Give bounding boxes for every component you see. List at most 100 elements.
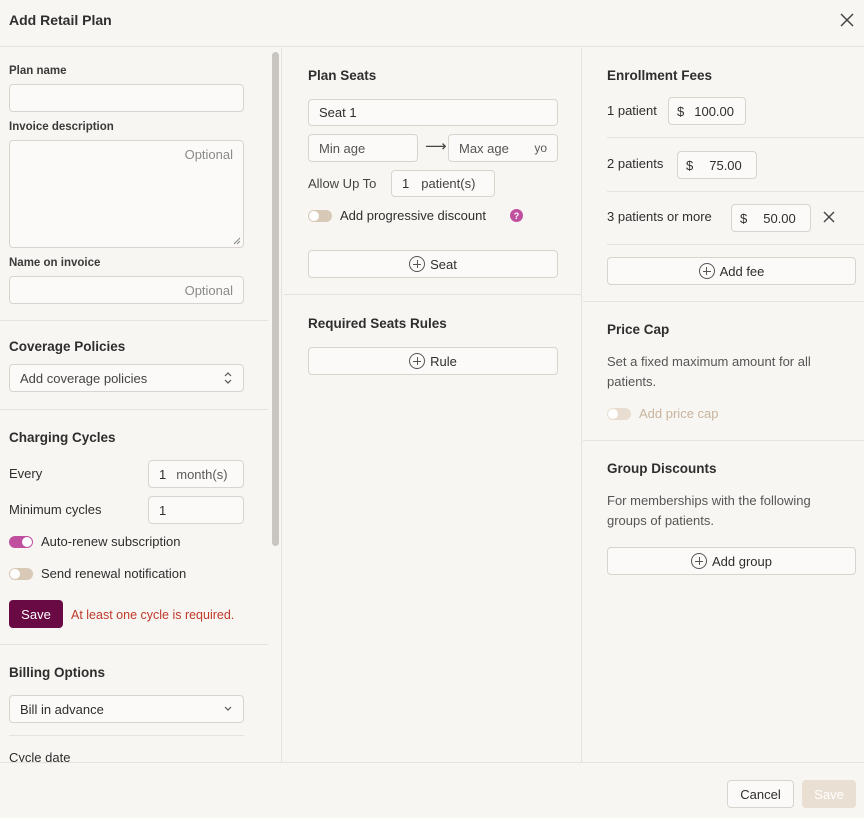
charging-cycles-title: Charging Cycles xyxy=(9,430,116,445)
age-unit: yo xyxy=(534,141,547,155)
plus-circle-icon xyxy=(691,553,707,569)
divider xyxy=(9,735,244,736)
add-seat-label: Seat xyxy=(430,256,457,272)
plan-name-label: Plan name xyxy=(9,65,67,77)
fee-amount-value: 75.00 xyxy=(709,157,742,173)
dialog-footer: Cancel Save xyxy=(0,762,864,818)
chevron-down-icon xyxy=(224,706,232,711)
every-value: 1 xyxy=(159,466,167,482)
currency-symbol: $ xyxy=(677,103,685,119)
plan-details-column: Plan name Invoice description Optional N… xyxy=(0,48,268,762)
add-seat-button[interactable]: Seat xyxy=(308,250,558,278)
fees-column: Enrollment Fees 1 patient $ 100.00 2 pat… xyxy=(583,48,864,762)
renewal-notification-label: Send renewal notification xyxy=(41,566,187,581)
add-fee-label: Add fee xyxy=(719,263,765,279)
name-on-invoice-placeholder: Optional xyxy=(184,282,233,298)
plus-circle-icon xyxy=(698,263,715,279)
enrollment-fees-title: Enrollment Fees xyxy=(607,68,713,83)
allow-up-to-unit: patient(s) xyxy=(421,176,476,191)
min-age-input[interactable]: Min age xyxy=(308,134,418,162)
seat-name-value: Seat 1 xyxy=(319,105,357,120)
fee-amount-value: 100.00 xyxy=(694,103,734,119)
billing-option-value: Bill in advance xyxy=(20,701,104,717)
divider xyxy=(583,301,864,302)
divider xyxy=(583,440,864,441)
billing-option-select[interactable]: Bill in advance xyxy=(9,695,244,723)
billing-options-title: Billing Options xyxy=(9,665,105,680)
add-rule-button[interactable]: Rule xyxy=(308,347,558,375)
currency-symbol: $ xyxy=(686,157,694,173)
progressive-discount-label: Add progressive discount xyxy=(340,208,486,223)
minimum-cycles-value: 1 xyxy=(159,502,167,518)
cancel-button[interactable]: Cancel xyxy=(727,780,794,808)
scrollbar-thumb[interactable] xyxy=(272,52,279,546)
divider xyxy=(607,137,864,138)
price-cap-description: Set a fixed maximum amount for all patie… xyxy=(607,354,811,389)
resize-handle-icon[interactable] xyxy=(233,237,241,245)
invoice-description-textarea[interactable]: Optional xyxy=(9,140,244,248)
price-cap-toggle[interactable] xyxy=(607,408,631,420)
divider xyxy=(607,244,864,245)
fee-label: 2 patients xyxy=(607,156,664,171)
every-label: Every xyxy=(9,466,43,481)
max-age-placeholder: Max age xyxy=(459,140,509,156)
fee-amount-input[interactable]: $ 75.00 xyxy=(677,151,757,179)
fee-amount-input[interactable]: $ 50.00 xyxy=(731,204,811,232)
currency-symbol: $ xyxy=(740,210,748,226)
coverage-policies-select[interactable]: Add coverage policies xyxy=(9,364,244,392)
cycle-date-label: Cycle date xyxy=(9,750,71,762)
help-icon[interactable]: ? xyxy=(510,209,523,222)
cycles-error-message: At least one cycle is required. xyxy=(71,608,235,622)
max-age-input[interactable]: Max age yo xyxy=(448,134,558,162)
progressive-discount-toggle[interactable] xyxy=(308,210,332,222)
add-group-button[interactable]: Add group xyxy=(607,547,856,575)
name-on-invoice-input[interactable]: Optional xyxy=(9,276,244,304)
fee-label: 1 patient xyxy=(607,103,657,118)
price-cap-title: Price Cap xyxy=(607,322,670,337)
divider xyxy=(0,409,268,410)
divider xyxy=(0,644,268,645)
renewal-notification-toggle[interactable] xyxy=(9,568,33,580)
minimum-cycles-label: Minimum cycles xyxy=(9,502,102,517)
divider xyxy=(284,294,582,295)
name-on-invoice-label: Name on invoice xyxy=(9,257,101,269)
add-group-label: Add group xyxy=(712,553,772,569)
auto-renew-toggle[interactable] xyxy=(9,536,33,548)
every-input[interactable]: 1 month(s) xyxy=(148,460,244,488)
coverage-policies-title: Coverage Policies xyxy=(9,339,126,354)
group-discounts-title: Group Discounts xyxy=(607,461,717,476)
seat-name-input[interactable]: Seat 1 xyxy=(308,99,558,126)
dialog-header: Add Retail Plan xyxy=(0,0,864,47)
save-cycles-button[interactable]: Save xyxy=(9,600,63,628)
plus-circle-icon xyxy=(409,353,426,369)
invoice-description-label: Invoice description xyxy=(9,121,114,133)
every-unit: month(s) xyxy=(176,466,228,482)
save-button[interactable]: Save xyxy=(802,780,856,808)
chevron-up-down-icon xyxy=(224,372,232,384)
fee-amount-value: 50.00 xyxy=(763,210,796,226)
auto-renew-label: Auto-renew subscription xyxy=(41,534,181,549)
arrow-right-icon: ⟶ xyxy=(425,138,447,155)
invoice-description-placeholder: Optional xyxy=(184,147,233,162)
plus-circle-icon xyxy=(409,256,426,272)
allow-up-to-label: Allow Up To xyxy=(308,176,377,191)
fee-label: 3 patients or more xyxy=(607,209,712,224)
allow-up-to-input[interactable]: 1 patient(s) xyxy=(391,170,495,197)
close-icon[interactable] xyxy=(837,10,857,30)
coverage-policies-placeholder: Add coverage policies xyxy=(20,370,148,386)
plan-name-input[interactable] xyxy=(9,84,244,112)
seats-column: Plan Seats Seat 1 Min age ⟶ Max age yo A… xyxy=(284,48,582,762)
fee-amount-input[interactable]: $ 100.00 xyxy=(668,97,746,125)
price-cap-label: Add price cap xyxy=(639,406,719,421)
plan-seats-title: Plan Seats xyxy=(308,68,377,83)
divider xyxy=(607,191,864,192)
scrollbar[interactable] xyxy=(269,48,282,762)
group-discounts-description: For memberships with the following group… xyxy=(607,493,811,528)
add-fee-button[interactable]: Add fee xyxy=(607,257,856,285)
remove-fee-icon[interactable] xyxy=(822,210,836,224)
min-age-placeholder: Min age xyxy=(319,140,366,156)
dialog-title: Add Retail Plan xyxy=(9,12,112,28)
allow-up-to-value: 1 xyxy=(402,176,410,191)
required-seats-rules-title: Required Seats Rules xyxy=(308,316,447,331)
minimum-cycles-input[interactable]: 1 xyxy=(148,496,244,524)
